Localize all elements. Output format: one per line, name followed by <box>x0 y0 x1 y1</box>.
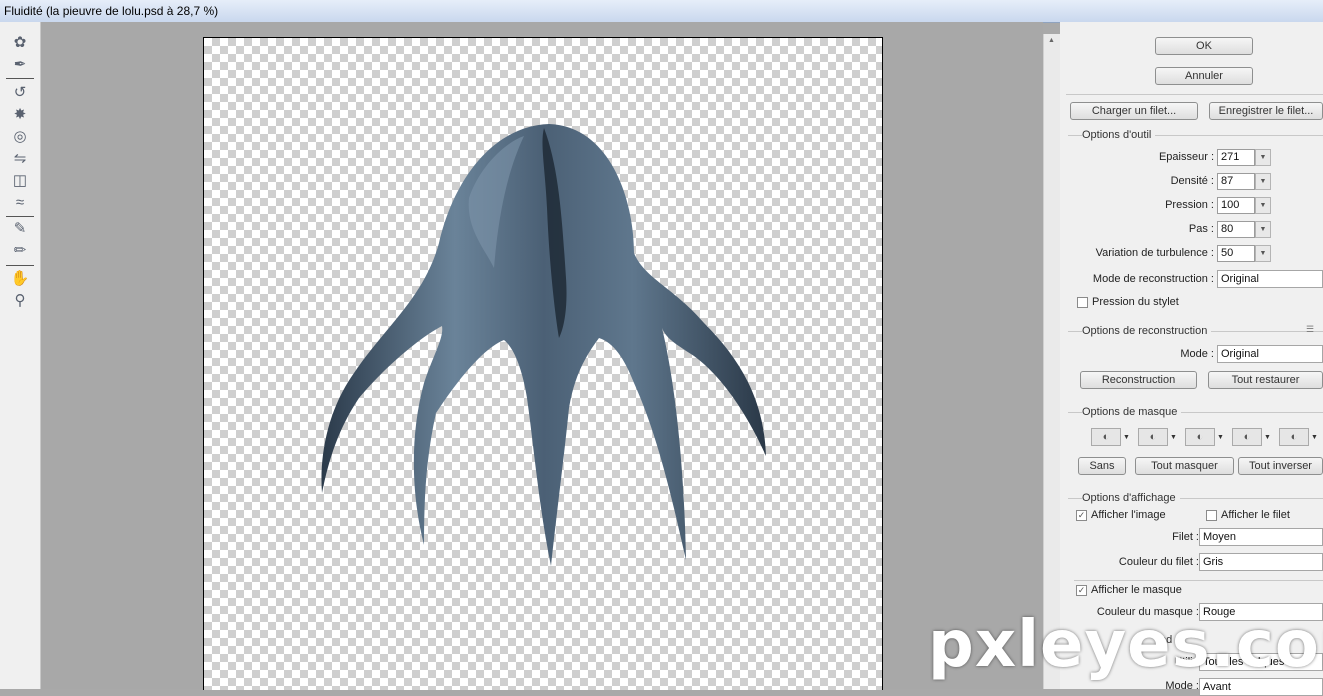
turbulent-jitter-dropdown[interactable]: ▼ <box>1255 245 1271 262</box>
rate-label: Pas : <box>1188 223 1214 235</box>
turbulence-tool-icon[interactable]: ≈ <box>8 192 32 212</box>
zoom-tool-icon[interactable]: ⚲ <box>8 290 32 310</box>
show-mask-label: Afficher le masque <box>1091 584 1182 596</box>
density-input[interactable]: 87 <box>1217 173 1255 190</box>
chevron-down-icon[interactable]: ▼ <box>1217 434 1224 441</box>
mesh-size-label: Filet : <box>1172 531 1199 543</box>
reconstruct-options-title: Options de reconstruction <box>1082 325 1212 337</box>
reconstruct-mode-label: Mode de reconstruction : <box>1092 273 1214 285</box>
rate-dropdown[interactable]: ▼ <box>1255 221 1271 238</box>
stylus-pressure-checkbox[interactable] <box>1077 297 1088 308</box>
reconstruction-button[interactable]: Reconstruction <box>1080 371 1197 389</box>
mask-subtract-icon[interactable]: ◐ <box>1185 428 1215 446</box>
mask-replace-icon[interactable]: ◐ <box>1091 428 1121 446</box>
rate-input[interactable]: 80 <box>1217 221 1255 238</box>
reconstruct-mode-label-2: Mode : <box>1180 348 1214 360</box>
pucker-tool-icon[interactable]: ✸ <box>8 104 32 124</box>
density-label: Densité : <box>1170 175 1214 187</box>
vertical-scrollbar[interactable]: ▲ <box>1043 34 1060 689</box>
reconstruct-options-mode-select[interactable]: Original <box>1217 345 1323 363</box>
divider <box>1074 580 1323 581</box>
mask-intersect-icon[interactable]: ◐ <box>1232 428 1262 446</box>
twirl-tool-icon[interactable]: ↺ <box>8 82 32 102</box>
view-options-title: Options d'affichage <box>1082 492 1180 504</box>
image-canvas[interactable] <box>203 37 883 690</box>
hand-tool-icon[interactable]: ✋ <box>8 268 32 288</box>
pressure-dropdown[interactable]: ▼ <box>1255 197 1271 214</box>
thaw-mask-tool-icon[interactable]: ✏ <box>8 240 32 260</box>
window-title: Fluidité (la pieuvre de lolu.psd à 28,7 … <box>4 4 219 18</box>
options-panel: OK Annuler Charger un filet... Enregistr… <box>1060 22 1323 696</box>
bloat-tool-icon[interactable]: ◎ <box>8 126 32 146</box>
divider <box>1066 94 1323 95</box>
show-image-checkbox[interactable]: ✓ <box>1076 510 1087 521</box>
stylus-pressure-label: Pression du stylet <box>1092 296 1179 308</box>
tool-options-title: Options d'outil <box>1082 129 1156 141</box>
chevron-down-icon[interactable]: ▼ <box>1170 434 1177 441</box>
freeze-mask-tool-icon[interactable]: ✎ <box>8 218 32 238</box>
chevron-down-icon[interactable]: ▼ <box>1123 434 1130 441</box>
mesh-color-select[interactable]: Gris <box>1199 553 1323 571</box>
scroll-up-icon[interactable]: ▲ <box>1048 37 1055 44</box>
invert-all-button[interactable]: Tout inverser <box>1238 457 1323 475</box>
brush-size-label: Epaisseur : <box>1158 151 1214 163</box>
pressure-label: Pression : <box>1165 199 1214 211</box>
mesh-size-select[interactable]: Moyen <box>1199 528 1323 546</box>
chevron-down-icon[interactable]: ▼ <box>1311 434 1318 441</box>
load-mesh-button[interactable]: Charger un filet... <box>1070 102 1198 120</box>
show-image-label: Afficher l'image <box>1091 509 1166 521</box>
push-left-tool-icon[interactable]: ⇋ <box>8 148 32 168</box>
octopus-body <box>321 124 766 566</box>
warp-tool-icon[interactable]: ✿ <box>8 32 32 52</box>
turbulent-jitter-label: Variation de turbulence : <box>1095 247 1214 259</box>
mask-add-icon[interactable]: ◐ <box>1138 428 1168 446</box>
mirror-tool-icon[interactable]: ◫ <box>8 170 32 190</box>
watermark: pxleyes.com <box>928 608 1323 682</box>
brush-size-input[interactable]: 271 <box>1217 149 1255 166</box>
brush-size-dropdown[interactable]: ▼ <box>1255 149 1271 166</box>
reconstruct-mode-select[interactable]: Original <box>1217 270 1323 288</box>
show-mask-checkbox[interactable]: ✓ <box>1076 585 1087 596</box>
pressure-input[interactable]: 100 <box>1217 197 1255 214</box>
mask-none-button[interactable]: Sans <box>1078 457 1126 475</box>
title-bar: Fluidité (la pieuvre de lolu.psd à 28,7 … <box>0 0 1323 23</box>
mesh-color-label: Couleur du filet : <box>1118 556 1199 568</box>
turbulent-jitter-input[interactable]: 50 <box>1217 245 1255 262</box>
show-mesh-label: Afficher le filet <box>1221 509 1290 521</box>
cancel-button[interactable]: Annuler <box>1155 67 1253 85</box>
show-mesh-checkbox[interactable] <box>1206 510 1217 521</box>
mask-options-title: Options de masque <box>1082 406 1182 418</box>
toolbar-divider <box>6 216 34 217</box>
mask-all-button[interactable]: Tout masquer <box>1135 457 1234 475</box>
ok-button[interactable]: OK <box>1155 37 1253 55</box>
reconstruct-tool-icon[interactable]: ✒ <box>8 54 32 74</box>
restore-all-button[interactable]: Tout restaurer <box>1208 371 1323 389</box>
toolbar-divider <box>6 265 34 266</box>
chevron-down-icon[interactable]: ▼ <box>1264 434 1271 441</box>
mask-invert-icon[interactable]: ◐ <box>1279 428 1309 446</box>
tools-panel: ✿ ✒ ↺ ✸ ◎ ⇋ ◫ ≈ ✎ ✏ ✋ ⚲ <box>0 22 41 689</box>
toolbar-divider <box>6 78 34 79</box>
panel-menu-icon[interactable]: ☰ <box>1306 324 1314 335</box>
save-mesh-button[interactable]: Enregistrer le filet... <box>1209 102 1323 120</box>
density-dropdown[interactable]: ▼ <box>1255 173 1271 190</box>
octopus-image <box>321 124 766 566</box>
